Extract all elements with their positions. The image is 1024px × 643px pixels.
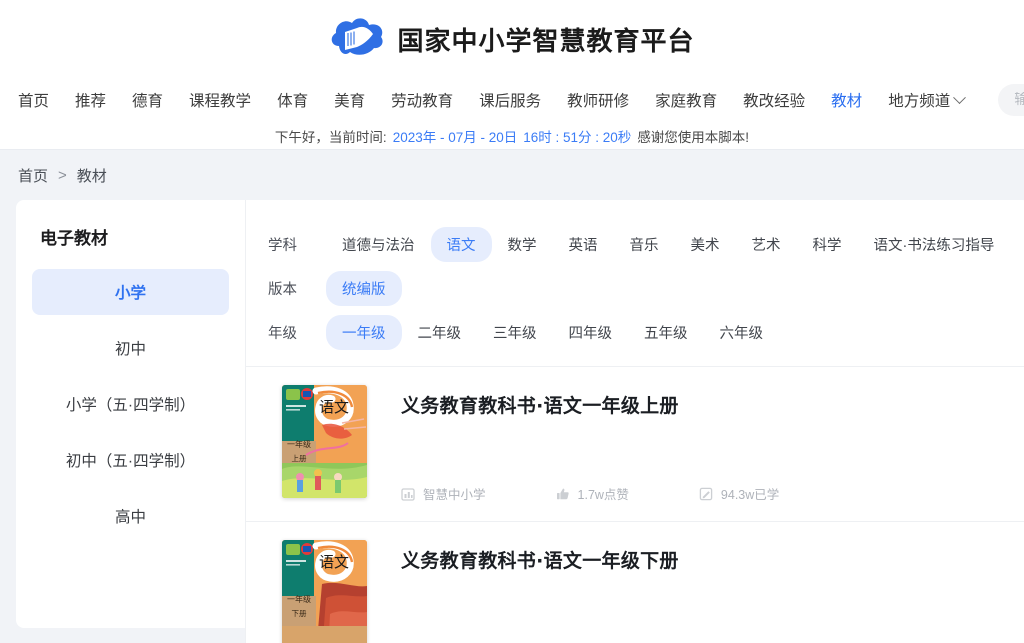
- nav-item-local-channel[interactable]: 地方频道: [888, 89, 967, 111]
- meta-likes: 1.7w点赞: [556, 484, 629, 503]
- nav-item-recommend[interactable]: 推荐: [75, 89, 106, 111]
- greeting-text: 下午好，当前时间:: [274, 129, 387, 145]
- chip-subject-fine-arts[interactable]: 美术: [675, 227, 736, 262]
- chip-subject-morality-law[interactable]: 道德与法治: [326, 227, 431, 262]
- study-note-icon: [699, 487, 713, 500]
- breadcrumb-home[interactable]: 首页: [18, 165, 48, 186]
- chip-grade-6[interactable]: 六年级: [704, 315, 780, 350]
- chip-subject-chinese[interactable]: 语文: [430, 226, 492, 262]
- chip-subject-english[interactable]: 英语: [553, 227, 614, 262]
- book-meta: 智慧中小学 1.7w点赞 94.3w已学: [401, 484, 1010, 503]
- nav-item-labor-education[interactable]: 劳动教育: [391, 89, 453, 111]
- filter-row-grade: 年级 一年级 二年级 三年级 四年级 五年级 六年级: [246, 310, 1024, 354]
- nav-item-local-channel-label: 地方频道: [888, 93, 951, 110]
- sidebar-title: 电子教材: [40, 229, 108, 248]
- sidebar-item-primary-school-54[interactable]: 小学（五·四学制）: [32, 381, 229, 427]
- book-list-item[interactable]: 语文 一年级 上册 义务教育教科书·语文一年级上册 智慧中小学 1.7w点赞 9…: [246, 366, 1024, 521]
- search-input[interactable]: [1014, 92, 1024, 108]
- sidebar-item-senior-high[interactable]: 高中: [32, 493, 229, 539]
- main-panel: 学科 道德与法治 语文 数学 英语 音乐 美术 艺术 科学 语文·书法练习指导 …: [245, 200, 1024, 643]
- nav-item-aesthetic-education[interactable]: 美育: [334, 89, 365, 111]
- site-header: 国家中小学智慧教育平台: [0, 0, 1024, 78]
- meta-studied: 94.3w已学: [699, 484, 779, 503]
- meta-publisher-text: 智慧中小学: [423, 488, 486, 502]
- book-cover-image: 语文 一年级 上册: [282, 385, 367, 498]
- svg-text:语文: 语文: [319, 398, 349, 416]
- chip-subject-science[interactable]: 科学: [797, 227, 858, 262]
- book-info: 义务教育教科书·语文一年级上册 智慧中小学 1.7w点赞 94.3w已学: [401, 385, 1010, 503]
- filter-label-edition: 版本: [268, 281, 297, 298]
- meta-studied-text: 94.3w已学: [720, 488, 780, 502]
- chip-edition-unified[interactable]: 统编版: [326, 270, 402, 306]
- chip-subject-math[interactable]: 数学: [492, 227, 553, 262]
- chip-subject-calligraphy[interactable]: 语文·书法练习指导: [858, 227, 1011, 262]
- chip-grade-5[interactable]: 五年级: [628, 315, 704, 350]
- current-date: 2023年 - 07月 - 20日: [392, 129, 518, 145]
- nav-item-curriculum-teaching[interactable]: 课程教学: [189, 89, 251, 111]
- breadcrumb-current: 教材: [76, 167, 107, 185]
- sidebar-item-junior-high-54[interactable]: 初中（五·四学制）: [32, 437, 229, 483]
- nav-item-teacher-training[interactable]: 教师研修: [567, 89, 629, 111]
- book-info: 义务教育教科书·语文一年级下册: [401, 540, 1010, 573]
- book-cover-image: 语文 一年级 下册: [282, 540, 367, 643]
- svg-text:一年级: 一年级: [287, 594, 311, 604]
- filter-label-subject: 学科: [268, 237, 297, 254]
- nav-item-teaching-reform[interactable]: 教改经验: [743, 89, 805, 111]
- svg-text:一年级: 一年级: [287, 439, 311, 449]
- thumbs-up-icon: [556, 488, 569, 499]
- chip-grade-2[interactable]: 二年级: [402, 315, 478, 350]
- nav-item-family-education[interactable]: 家庭教育: [655, 89, 717, 111]
- current-time: 16时 : 51分 : 20秒: [523, 129, 632, 145]
- chip-subject-music[interactable]: 音乐: [614, 227, 675, 262]
- nav-item-home[interactable]: 首页: [18, 89, 49, 111]
- sidebar-item-junior-high[interactable]: 初中: [32, 325, 229, 371]
- page-body: 电子教材 小学 初中 小学（五·四学制） 初中（五·四学制） 高中 学科 道德与…: [0, 200, 1024, 643]
- institution-icon: [401, 487, 415, 501]
- filter-row-subject: 学科 道德与法治 语文 数学 英语 音乐 美术 艺术 科学 语文·书法练习指导: [246, 222, 1024, 266]
- chip-grade-1[interactable]: 一年级: [326, 314, 402, 350]
- search-box[interactable]: [998, 84, 1024, 116]
- nav-item-after-school-service[interactable]: 课后服务: [479, 89, 541, 111]
- filter-row-edition: 版本 统编版: [246, 266, 1024, 310]
- sidebar-item-primary-school[interactable]: 小学: [32, 269, 229, 315]
- chip-grade-4[interactable]: 四年级: [553, 315, 629, 350]
- meta-likes-text: 1.7w点赞: [577, 488, 629, 502]
- chevron-down-icon: [953, 90, 967, 104]
- filter-label-grade: 年级: [268, 325, 297, 342]
- book-list-item[interactable]: 语文 一年级 下册 义务教育教科书·语文一年级下册: [246, 521, 1024, 643]
- meta-publisher: 智慧中小学: [401, 484, 486, 503]
- book-title: 义务教育教科书·语文一年级上册: [401, 395, 679, 417]
- svg-text:下册: 下册: [292, 609, 307, 618]
- book-list: 语文 一年级 上册 义务教育教科书·语文一年级上册 智慧中小学 1.7w点赞 9…: [246, 366, 1024, 643]
- brand[interactable]: 国家中小学智慧教育平台: [329, 16, 694, 62]
- main-navigation: 首页 推荐 德育 课程教学 体育 美育 劳动教育 课后服务 教师研修 家庭教育 …: [0, 78, 1024, 122]
- breadcrumb: 首页 > 教材: [0, 150, 1024, 200]
- sidebar: 电子教材 小学 初中 小学（五·四学制） 初中（五·四学制） 高中: [16, 200, 245, 628]
- svg-text:语文: 语文: [319, 553, 349, 571]
- cloud-book-logo-icon: [329, 16, 387, 62]
- book-title: 义务教育教科书·语文一年级下册: [401, 550, 679, 572]
- nav-item-moral-education[interactable]: 德育: [132, 89, 163, 111]
- nav-item-textbooks[interactable]: 教材: [831, 89, 862, 111]
- breadcrumb-separator: >: [58, 166, 67, 184]
- thanks-text: 感谢您使用本脚本!: [637, 129, 750, 145]
- chip-grade-3[interactable]: 三年级: [477, 315, 553, 350]
- time-bar: 下午好，当前时间: 2023年 - 07月 - 20日 16时 : 51分 : …: [0, 122, 1024, 150]
- svg-text:上册: 上册: [292, 454, 307, 463]
- nav-item-physical-education[interactable]: 体育: [277, 89, 308, 111]
- chip-subject-arts[interactable]: 艺术: [736, 227, 797, 262]
- site-title: 国家中小学智慧教育平台: [397, 26, 695, 57]
